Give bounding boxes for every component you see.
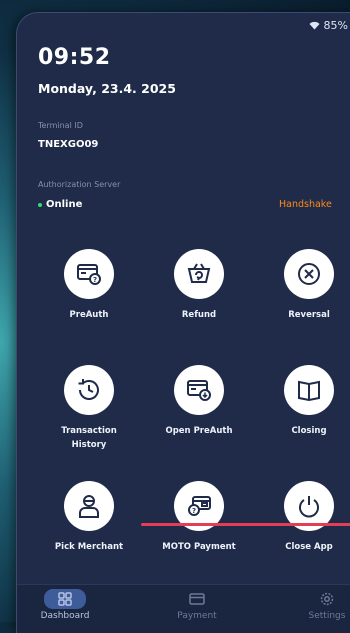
auth-server-status: Online bbox=[38, 199, 82, 210]
tile-label: Close App bbox=[285, 542, 333, 552]
tile-preauth[interactable]: ? PreAuth bbox=[39, 249, 139, 322]
nav-label: Payment bbox=[177, 611, 217, 621]
terminal-id-value: TNEXGO09 bbox=[38, 139, 99, 150]
tile-label: Transaction History bbox=[61, 426, 117, 450]
svg-text:?: ? bbox=[192, 507, 196, 515]
svg-text:?: ? bbox=[93, 276, 97, 284]
nav-label: Dashboard bbox=[40, 611, 90, 621]
tile-label: Open PreAuth bbox=[165, 426, 233, 436]
tile-moto-payment[interactable]: ? MOTO Payment bbox=[149, 481, 249, 554]
tile-transaction-history[interactable]: Transaction History bbox=[39, 365, 139, 452]
tile-label: PreAuth bbox=[69, 310, 109, 320]
tile-label: Closing bbox=[291, 426, 327, 436]
tile-label: Pick Merchant bbox=[54, 542, 124, 552]
nav-dashboard[interactable]: Dashboard bbox=[25, 589, 105, 621]
tile-label: Refund bbox=[181, 310, 217, 320]
tile-pick-merchant[interactable]: Pick Merchant bbox=[39, 481, 139, 554]
tile-reversal[interactable]: Reversal bbox=[259, 249, 350, 322]
bottom-nav: Dashboard Payment Settings bbox=[17, 584, 350, 633]
refund-basket-icon bbox=[174, 249, 224, 299]
clock-time: 09:52 bbox=[38, 45, 111, 70]
clock-date: Monday, 23.4. 2025 bbox=[38, 81, 176, 96]
handshake-button[interactable]: Handshake bbox=[279, 199, 332, 210]
nav-settings[interactable]: Settings bbox=[287, 589, 350, 621]
gear-icon bbox=[306, 589, 348, 609]
nav-label: Settings bbox=[308, 611, 346, 621]
auth-server-label: Authorization Server bbox=[38, 180, 121, 189]
merchant-person-icon bbox=[64, 481, 114, 531]
auth-server-status-text: Online bbox=[46, 199, 83, 210]
annotation-underline bbox=[141, 523, 350, 526]
tile-closing[interactable]: Closing bbox=[259, 365, 350, 438]
open-preauth-card-icon bbox=[174, 365, 224, 415]
closing-book-icon bbox=[284, 365, 334, 415]
online-dot-icon bbox=[38, 202, 42, 207]
history-clock-icon bbox=[64, 365, 114, 415]
tile-close-app[interactable]: Close App bbox=[259, 481, 350, 554]
tile-open-preauth[interactable]: Open PreAuth bbox=[149, 365, 249, 438]
card-icon bbox=[176, 589, 218, 609]
device-screen: 85% 09:52 Monday, 23.4. 2025 Terminal ID… bbox=[16, 12, 350, 633]
tile-label: Reversal bbox=[288, 310, 330, 320]
reversal-x-icon bbox=[284, 249, 334, 299]
tile-refund[interactable]: Refund bbox=[149, 249, 249, 322]
battery-percent: 85% bbox=[323, 19, 348, 32]
status-bar: 85% bbox=[309, 19, 350, 32]
grid-icon bbox=[44, 589, 86, 609]
terminal-id-label: Terminal ID bbox=[38, 121, 83, 130]
tile-label: MOTO Payment bbox=[162, 542, 236, 552]
wifi-icon bbox=[309, 21, 320, 30]
nav-payment[interactable]: Payment bbox=[157, 589, 237, 621]
preauth-card-icon: ? bbox=[64, 249, 114, 299]
